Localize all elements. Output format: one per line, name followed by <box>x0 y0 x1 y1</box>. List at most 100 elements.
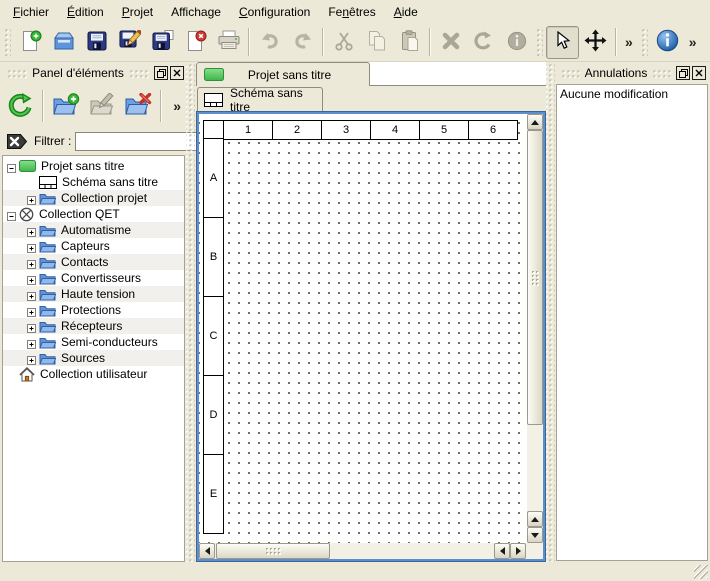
tree-item-collection-utilisateur[interactable]: Collection utilisateur <box>3 366 184 382</box>
column-header-cell: 2 <box>272 120 322 140</box>
tree-item-schema[interactable]: Schéma sans titre <box>3 174 184 190</box>
new-document-icon <box>20 30 42 55</box>
tab-project[interactable]: Projet sans titre <box>196 62 370 86</box>
row-header-cell: D <box>203 375 224 455</box>
expand-expander-icon[interactable] <box>27 322 36 331</box>
scroll-left-button-2[interactable] <box>494 543 510 559</box>
delete-button[interactable] <box>434 26 467 59</box>
close-panel-button[interactable] <box>170 66 184 80</box>
left-splitter-handle[interactable] <box>186 63 195 562</box>
save-all-button[interactable] <box>146 26 179 59</box>
select-tool-button[interactable] <box>546 26 579 59</box>
menu-configuration[interactable]: Configuration <box>230 2 319 22</box>
thumb-grip <box>265 547 281 556</box>
cut-button[interactable] <box>327 26 360 59</box>
schema-icon <box>204 93 223 107</box>
tree-item-protections[interactable]: Protections <box>3 302 184 318</box>
schema-tab-bar: Schéma sans titre <box>196 86 546 112</box>
paste-button[interactable] <box>393 26 426 59</box>
print-button[interactable] <box>212 26 245 59</box>
properties-button[interactable] <box>500 26 533 59</box>
elements-panel-titlebar[interactable]: Panel d'éléments <box>2 63 186 83</box>
undo-list-item[interactable]: Aucune modification <box>557 85 707 103</box>
expand-expander-icon[interactable] <box>27 242 36 251</box>
collapse-expander-icon[interactable] <box>7 162 16 171</box>
panel-toolbar-overflow-button[interactable]: » <box>168 98 186 114</box>
redo-button[interactable] <box>286 26 319 59</box>
pan-tool-button[interactable] <box>579 26 612 59</box>
tab-schema[interactable]: Schéma sans titre <box>197 87 323 112</box>
tree-item-project[interactable]: Projet sans titre <box>3 158 184 174</box>
horizontal-scroll-thumb[interactable] <box>216 543 330 559</box>
edit-item-button[interactable] <box>86 89 118 123</box>
new-category-button[interactable] <box>50 89 82 123</box>
reload-collections-button[interactable] <box>4 89 36 123</box>
tree-item-recepteurs[interactable]: Récepteurs <box>3 318 184 334</box>
vertical-scroll-thumb[interactable] <box>527 130 543 425</box>
diagram-canvas[interactable]: 1 2 3 4 5 6 A B C D E <box>199 114 527 543</box>
expand-expander-icon[interactable] <box>27 306 36 315</box>
menu-edition[interactable]: Édition <box>58 2 113 22</box>
undo-panel-titlebar[interactable]: Annulations <box>556 63 708 83</box>
rotate-button[interactable] <box>467 26 500 59</box>
tree-item-capteurs[interactable]: Capteurs <box>3 238 184 254</box>
scroll-down-button[interactable] <box>527 527 543 543</box>
scroll-left-button[interactable] <box>199 543 215 559</box>
expand-expander-icon[interactable] <box>27 194 36 203</box>
copy-button[interactable] <box>360 26 393 59</box>
close-icon <box>173 69 181 77</box>
menu-fenetres[interactable]: Fenêtres <box>319 2 384 22</box>
scroll-right-button[interactable] <box>510 543 526 559</box>
toolbar-separator <box>248 28 250 56</box>
expand-expander-icon[interactable] <box>27 354 36 363</box>
tree-item-convertisseurs[interactable]: Convertisseurs <box>3 270 184 286</box>
close-panel-button[interactable] <box>692 66 706 80</box>
diagram-column-header: 1 2 3 4 5 6 <box>203 120 518 140</box>
delete-item-button[interactable] <box>122 89 154 123</box>
clear-filter-button[interactable] <box>5 133 28 150</box>
expand-expander-icon[interactable] <box>27 258 36 267</box>
menu-projet[interactable]: Projet <box>113 2 162 22</box>
toolbar-overflow-button[interactable]: » <box>620 34 638 50</box>
toolbar-separator <box>160 90 162 122</box>
about-qet-button[interactable] <box>651 26 684 59</box>
menu-aide[interactable]: Aide <box>385 2 427 22</box>
save-as-icon <box>119 30 141 55</box>
float-panel-button[interactable] <box>154 66 168 80</box>
expand-expander-icon[interactable] <box>27 274 36 283</box>
save-button[interactable] <box>80 26 113 59</box>
schema-icon <box>39 176 57 189</box>
new-document-button[interactable] <box>14 26 47 59</box>
scroll-up-button[interactable] <box>527 114 543 130</box>
window-size-grip[interactable] <box>694 565 708 579</box>
toolbar-overflow-button[interactable]: » <box>684 34 702 50</box>
close-icon <box>695 69 703 77</box>
tree-item-automatisme[interactable]: Automatisme <box>3 222 184 238</box>
tree-item-collection-projet[interactable]: Collection projet <box>3 190 184 206</box>
tree-item-sources[interactable]: Sources <box>3 350 184 366</box>
menu-affichage[interactable]: Affichage <box>162 2 230 22</box>
tree-item-contacts[interactable]: Contacts <box>3 254 184 270</box>
save-as-button[interactable] <box>113 26 146 59</box>
close-document-button[interactable] <box>179 26 212 59</box>
collapse-expander-icon[interactable] <box>7 210 16 219</box>
expand-expander-icon[interactable] <box>27 338 36 347</box>
tree-item-haute-tension[interactable]: Haute tension <box>3 286 184 302</box>
tree-item-semi-conducteurs[interactable]: Semi-conducteurs <box>3 334 184 350</box>
tree-item-collection-qet[interactable]: Collection QET <box>3 206 184 222</box>
toolbar-handle[interactable] <box>641 28 648 56</box>
toolbar-handle[interactable] <box>4 28 11 56</box>
open-project-button[interactable] <box>47 26 80 59</box>
menu-fichier[interactable]: Fichier <box>4 2 58 22</box>
undo-button[interactable] <box>253 26 286 59</box>
float-panel-button[interactable] <box>676 66 690 80</box>
home-icon <box>19 367 35 382</box>
scroll-up-button-2[interactable] <box>527 511 543 527</box>
tree-item-label: Projet sans titre <box>41 159 124 173</box>
toolbar-handle[interactable] <box>536 28 543 56</box>
tree-item-label: Collection projet <box>61 191 147 205</box>
expand-expander-icon[interactable] <box>27 290 36 299</box>
expand-expander-icon[interactable] <box>27 226 36 235</box>
right-splitter-handle[interactable] <box>546 63 555 562</box>
tree-item-label: Collection utilisateur <box>40 367 147 381</box>
